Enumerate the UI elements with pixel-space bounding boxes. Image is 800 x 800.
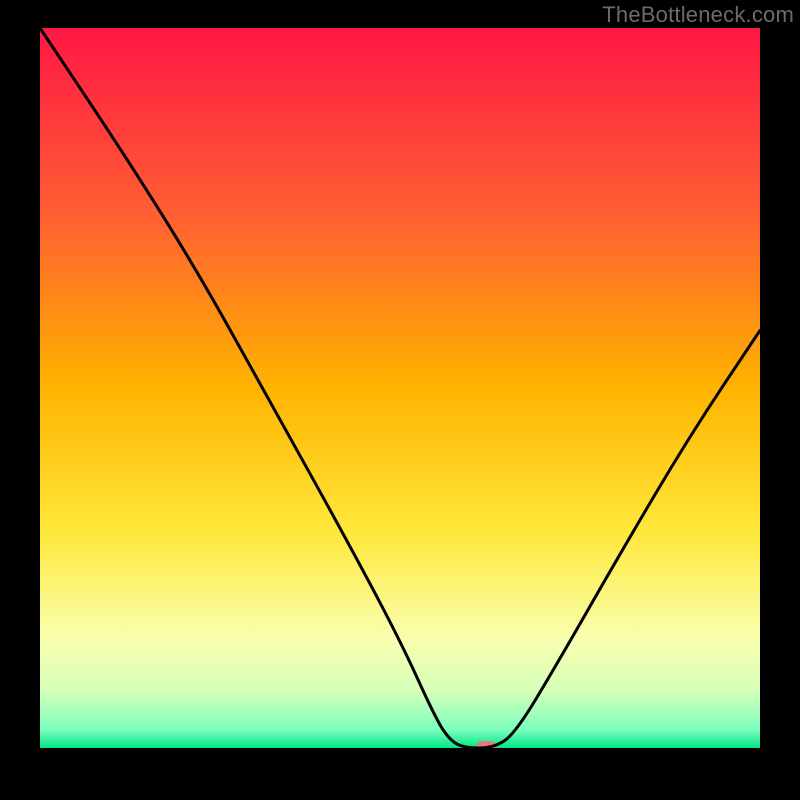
bottleneck-chart (40, 28, 760, 748)
watermark-text: TheBottleneck.com (602, 2, 794, 28)
chart-svg (40, 28, 760, 748)
